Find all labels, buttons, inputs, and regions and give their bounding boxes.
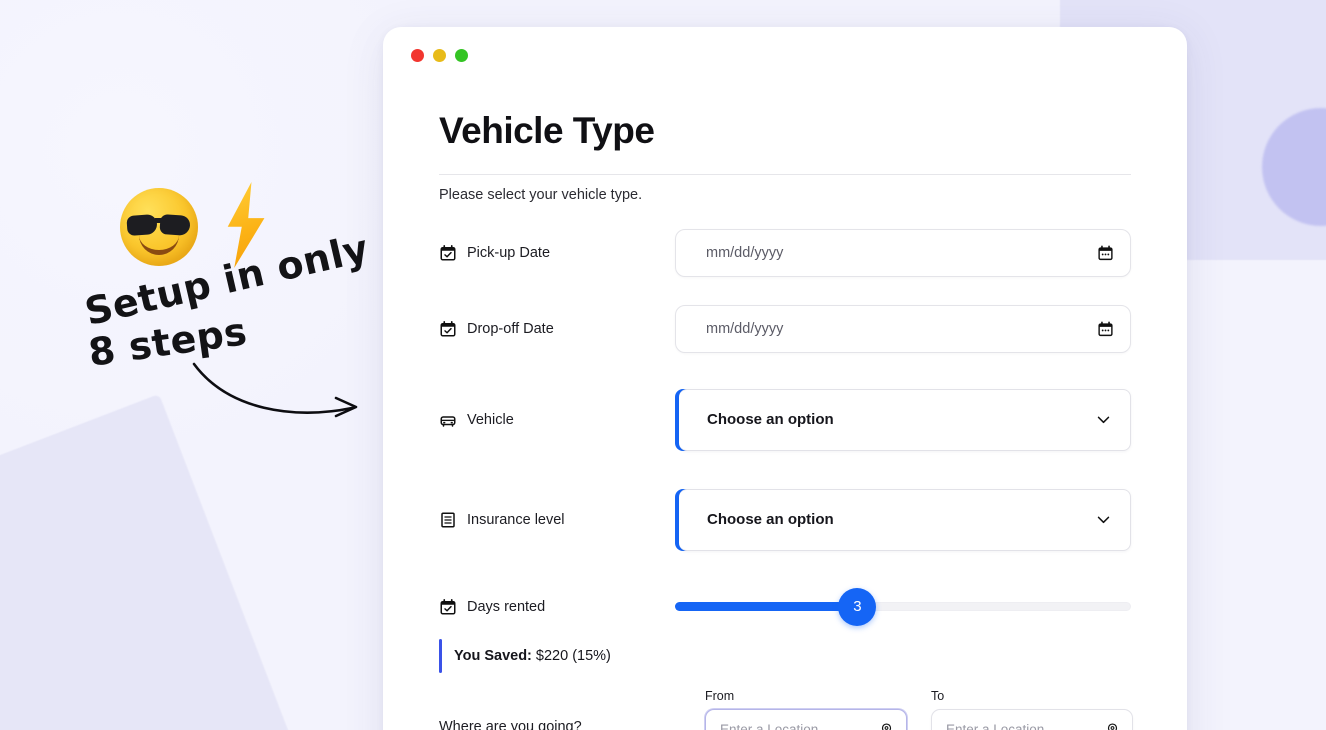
savings-text: You Saved: $220 (15%) [454, 639, 611, 673]
calendar-check-icon [440, 244, 456, 261]
location-from-placeholder: Enter a Location [720, 722, 819, 730]
field-row-days-rented: Days rented 3 [439, 587, 1131, 626]
location-from-caption: From [705, 688, 735, 703]
minimize-button[interactable] [433, 48, 446, 62]
document-list-icon [441, 512, 455, 528]
slider-track-fill [675, 602, 858, 612]
location-to-caption: To [931, 688, 945, 703]
field-row-insurance: Insurance level Choose an option [439, 488, 1131, 551]
calendar-icon[interactable] [1097, 320, 1114, 337]
location-to-input[interactable]: Enter a Location [931, 708, 1133, 730]
dropoff-date-label-group: Drop-off Date [439, 320, 675, 338]
chevron-down-icon[interactable] [1095, 411, 1112, 428]
vehicle-label: Vehicle [467, 411, 514, 428]
maximize-button[interactable] [455, 48, 468, 62]
page-subtitle: Please select your vehicle type. [439, 186, 643, 203]
annotation-group: Setup in only 8 steps [60, 180, 400, 430]
savings-label: You Saved: [454, 647, 532, 664]
vehicle-label-group: Vehicle [439, 411, 675, 429]
insurance-label: Insurance level [467, 511, 565, 528]
map-pin-icon[interactable] [879, 722, 894, 730]
location-to-placeholder: Enter a Location [946, 722, 1045, 730]
car-front-icon [440, 415, 456, 427]
page-title: Vehicle Type [439, 110, 655, 151]
field-row-dropoff-date: Drop-off Date mm/dd/yyyy [439, 304, 1131, 353]
insurance-select[interactable]: Choose an option [675, 488, 1131, 551]
smiling-face-with-sunglasses-icon [120, 188, 198, 266]
savings-callout: You Saved: $220 (15%) [439, 638, 1131, 673]
browser-window-card: Vehicle Type Please select your vehicle … [383, 27, 1187, 730]
pickup-date-input[interactable]: mm/dd/yyyy [675, 228, 1131, 277]
close-button[interactable] [411, 48, 424, 62]
map-pin-icon[interactable] [1105, 722, 1120, 730]
location-to-field: To Enter a Location [931, 689, 1133, 730]
slider-value: 3 [853, 598, 862, 616]
insurance-label-group: Insurance level [439, 511, 675, 529]
dropoff-date-label: Drop-off Date [467, 320, 554, 337]
insurance-select-value: Choose an option [707, 511, 834, 529]
dropoff-date-placeholder: mm/dd/yyyy [706, 320, 784, 337]
location-fields: From Enter a Location To Enter a Locatio… [705, 689, 1133, 730]
savings-accent-bar [439, 638, 442, 673]
pickup-date-label: Pick-up Date [467, 244, 551, 261]
days-rented-label-group: Days rented [439, 598, 675, 616]
location-question: Where are you going? [439, 718, 582, 730]
days-rented-label: Days rented [467, 598, 546, 615]
field-row-location: Where are you going? From Enter a Locati… [439, 689, 1133, 730]
calendar-check-icon [440, 598, 456, 615]
screenshot-root: Setup in only 8 steps Vehicle Type Pleas… [0, 0, 1326, 730]
page-content: Vehicle Type Please select your vehicle … [383, 83, 1187, 730]
calendar-check-icon [440, 320, 456, 337]
location-from-field: From Enter a Location [705, 689, 907, 730]
window-titlebar [383, 27, 1187, 83]
curved-arrow-right-icon [192, 362, 358, 418]
pickup-date-label-group: Pick-up Date [439, 244, 675, 262]
location-from-input[interactable]: Enter a Location [705, 708, 907, 730]
pickup-date-placeholder: mm/dd/yyyy [706, 244, 784, 261]
calendar-icon[interactable] [1097, 244, 1114, 261]
insurance-select-box[interactable]: Choose an option [679, 488, 1131, 551]
field-row-vehicle: Vehicle Choose an option [439, 388, 1131, 451]
days-rented-slider[interactable]: 3 [675, 587, 1131, 626]
savings-amount: $220 (15%) [531, 647, 611, 664]
vehicle-select-value: Choose an option [707, 411, 834, 429]
dropoff-date-input[interactable]: mm/dd/yyyy [675, 304, 1131, 353]
chevron-down-icon[interactable] [1095, 511, 1112, 528]
field-row-pickup-date: Pick-up Date mm/dd/yyyy [439, 228, 1131, 277]
vehicle-select-box[interactable]: Choose an option [679, 388, 1131, 451]
slider-thumb[interactable]: 3 [838, 587, 877, 626]
vehicle-select[interactable]: Choose an option [675, 388, 1131, 451]
